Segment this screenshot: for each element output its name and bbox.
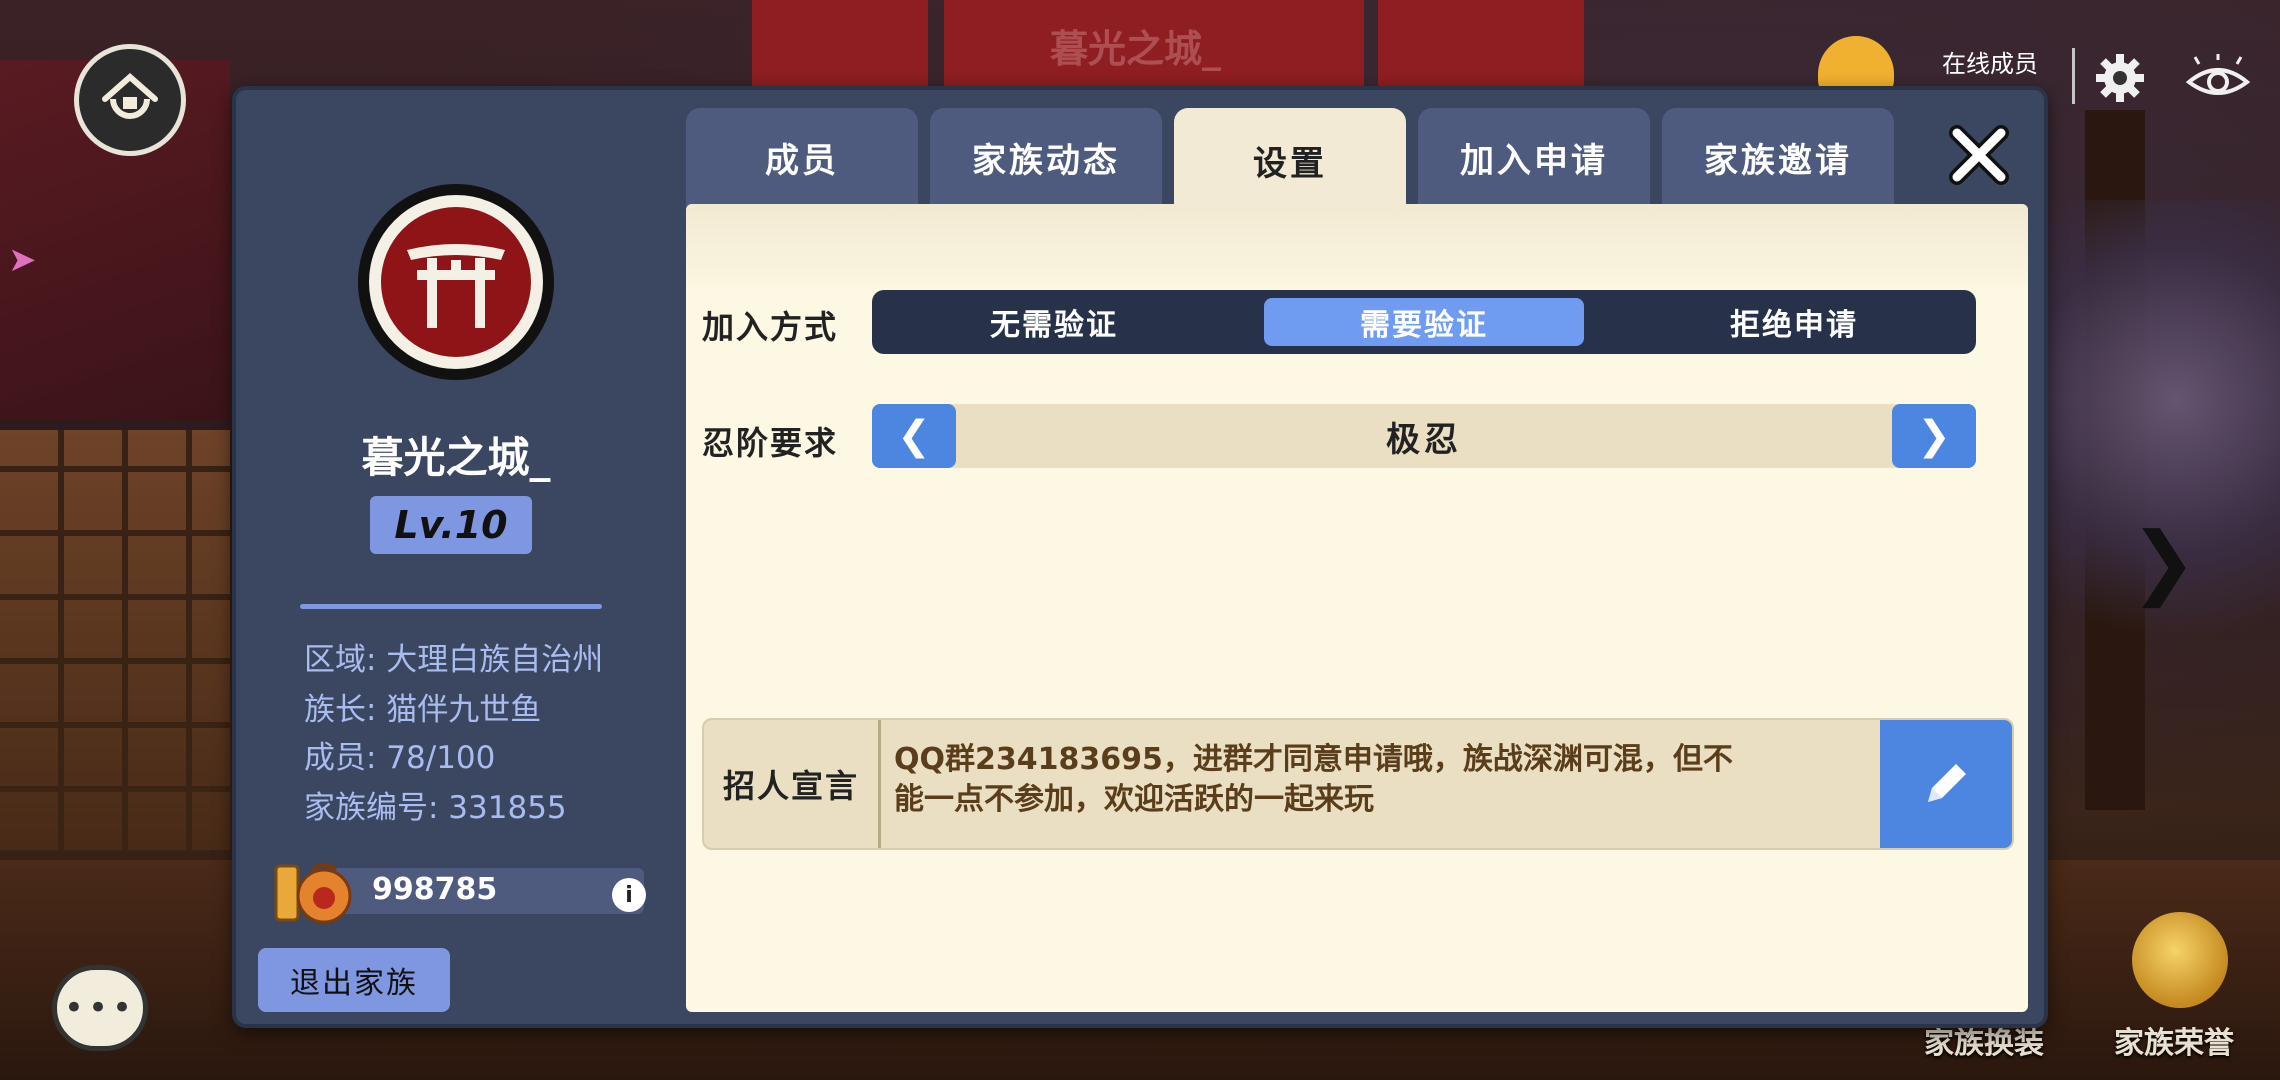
gear-icon xyxy=(2096,54,2144,102)
online-members-label: 在线成员 xyxy=(1942,50,2038,78)
home-icon xyxy=(102,73,158,119)
settings-button[interactable] xyxy=(2090,48,2150,108)
left-drawer-arrow-icon[interactable]: ➤ xyxy=(8,240,37,280)
recruit-declaration: 招人宣言 QQ群234183695，进群才同意申请哦，族战深渊可混，但不 能一点… xyxy=(702,718,2014,850)
pencil-icon xyxy=(1928,764,1966,802)
online-members[interactable]: 在线成员 xyxy=(1942,44,2038,79)
sidebar-divider xyxy=(300,604,602,609)
background-banner xyxy=(752,0,928,95)
chevron-left-icon: ❮ xyxy=(897,413,931,459)
rank-next-button[interactable]: ❯ xyxy=(1892,404,1976,468)
rank-requirement-value: 极忍 xyxy=(1386,419,1462,460)
family-panel: 暮光之城_ Lv.10 区域: 大理白族自治州 族长: 猫伴九世鱼 成员: 78… xyxy=(232,86,2048,1028)
chat-bubble-icon: ••• xyxy=(63,988,137,1028)
family-name: 暮光之城_ xyxy=(361,433,551,482)
family-emblem xyxy=(358,184,554,380)
rank-requirement-stepper: ❮ 极忍 ❯ xyxy=(872,404,1976,468)
tab-settings[interactable]: 设置 xyxy=(1174,108,1406,212)
join-method-label: 加入方式 xyxy=(702,308,839,346)
leave-family-button[interactable]: 退出家族 xyxy=(258,948,450,1012)
close-button[interactable] xyxy=(1944,120,2014,190)
background-banner xyxy=(1378,0,1584,95)
home-button[interactable] xyxy=(74,44,186,156)
recruit-text-line: QQ群234183695，进群才同意申请哦，族战深渊可混，但不 xyxy=(894,742,1733,777)
rank-requirement-label: 忍阶要求 xyxy=(702,424,839,462)
tab-members[interactable]: 成员 xyxy=(686,108,918,206)
recruit-declaration-label: 招人宣言 xyxy=(704,720,881,848)
chevron-right-icon: ❯ xyxy=(1917,413,1951,459)
join-option-verification-required[interactable]: 需要验证 xyxy=(1264,298,1584,346)
rank-prev-button[interactable]: ❮ xyxy=(872,404,956,468)
background-lantern-wall xyxy=(0,430,230,850)
join-option-no-verification[interactable]: 无需验证 xyxy=(894,298,1214,346)
settings-content: 加入方式 无需验证 需要验证 拒绝申请 忍阶要求 ❮ 极忍 ❯ 招人宣言 QQ群… xyxy=(686,204,2028,1012)
hud-divider xyxy=(2072,48,2075,104)
family-level-badge: Lv.10 xyxy=(370,496,532,554)
family-funds: 998785 i xyxy=(272,862,646,924)
join-option-reject[interactable]: 拒绝申请 xyxy=(1634,298,1954,346)
tab-family-news[interactable]: 家族动态 xyxy=(930,108,1162,206)
background-sakura xyxy=(2020,200,2280,700)
family-honor-button[interactable]: 家族荣誉 xyxy=(2114,1018,2234,1062)
recruit-text-line: 能一点不参加，欢迎活跃的一起来玩 xyxy=(894,782,1374,817)
torii-gate-icon xyxy=(407,244,505,328)
coin-bag-icon xyxy=(274,863,352,924)
info-icon[interactable]: i xyxy=(612,878,646,912)
family-id: 家族编号: 331855 xyxy=(304,790,567,826)
recruit-declaration-text: QQ群234183695，进群才同意申请哦，族战深渊可混，但不 能一点不参加，欢… xyxy=(894,740,1854,820)
background-banner-title: 暮光之城_ xyxy=(1050,27,1222,71)
family-honor-icon[interactable] xyxy=(2132,912,2228,1008)
family-funds-value: 998785 xyxy=(372,872,498,907)
eye-icon xyxy=(2185,54,2251,95)
chat-button[interactable]: ••• xyxy=(52,965,148,1051)
join-method-selector: 无需验证 需要验证 拒绝申请 xyxy=(872,290,1976,354)
edit-declaration-button[interactable] xyxy=(1880,720,2012,848)
family-info-sidebar: 暮光之城_ Lv.10 区域: 大理白族自治州 族长: 猫伴九世鱼 成员: 78… xyxy=(236,90,676,1024)
view-toggle-button[interactable] xyxy=(2180,44,2256,114)
tab-join-requests[interactable]: 加入申请 xyxy=(1418,108,1650,206)
family-region: 区域: 大理白族自治州 xyxy=(304,642,604,678)
close-icon xyxy=(1949,125,2009,185)
next-page-arrow-icon[interactable]: ❯ xyxy=(2130,515,2197,608)
family-leader: 族长: 猫伴九世鱼 xyxy=(304,692,542,728)
family-member-count: 成员: 78/100 xyxy=(304,740,496,776)
tab-family-invites[interactable]: 家族邀请 xyxy=(1662,108,1894,206)
